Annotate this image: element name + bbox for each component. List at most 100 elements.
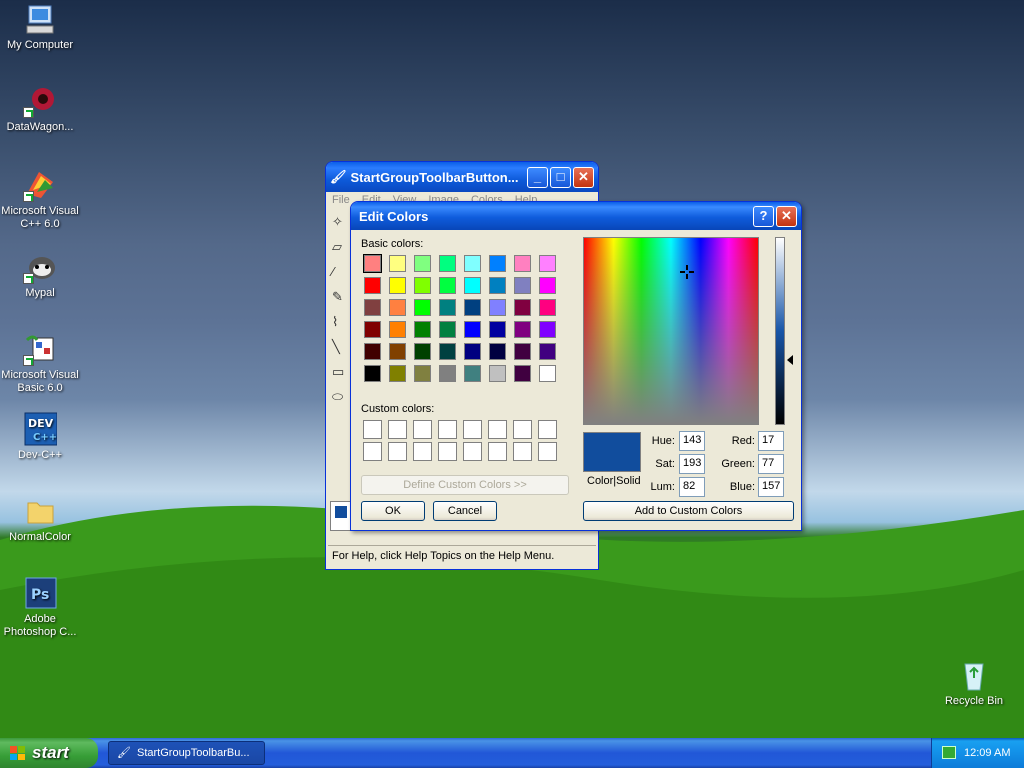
basic-color-swatch[interactable] xyxy=(438,364,457,383)
basic-color-swatch[interactable] xyxy=(388,364,407,383)
taskbar-button-paint[interactable]: 🖌 StartGroupToolbarBu... xyxy=(108,741,265,765)
start-button[interactable]: start xyxy=(0,738,98,768)
minimize-button[interactable]: _ xyxy=(527,166,548,188)
paint-titlebar[interactable]: 🖌 StartGroupToolbarButton... _ □ ✕ xyxy=(326,162,598,192)
basic-color-swatch[interactable] xyxy=(438,320,457,339)
basic-color-swatch[interactable] xyxy=(363,364,382,383)
basic-color-swatch[interactable] xyxy=(413,276,432,295)
green-field[interactable]: 77 xyxy=(758,454,784,474)
sat-field[interactable]: 193 xyxy=(679,454,705,474)
basic-color-swatch[interactable] xyxy=(413,364,432,383)
custom-color-swatch[interactable] xyxy=(463,420,482,439)
color-solid-preview[interactable] xyxy=(583,432,641,472)
desktop-icon-my-computer[interactable]: My Computer xyxy=(0,2,80,52)
clock[interactable]: 12:09 AM xyxy=(964,747,1010,759)
basic-color-swatch[interactable] xyxy=(513,320,532,339)
basic-color-swatch[interactable] xyxy=(538,276,557,295)
custom-color-swatch[interactable] xyxy=(363,420,382,439)
basic-color-swatch[interactable] xyxy=(413,320,432,339)
basic-color-swatch[interactable] xyxy=(363,342,382,361)
custom-color-swatch[interactable] xyxy=(488,420,507,439)
basic-color-swatch[interactable] xyxy=(488,298,507,317)
tray-network-icon[interactable] xyxy=(942,746,956,759)
basic-color-swatch[interactable] xyxy=(488,320,507,339)
custom-color-swatch[interactable] xyxy=(513,420,532,439)
custom-color-swatch[interactable] xyxy=(438,442,457,461)
cancel-button[interactable]: Cancel xyxy=(433,501,497,521)
basic-color-swatch[interactable] xyxy=(438,342,457,361)
basic-color-swatch[interactable] xyxy=(363,320,382,339)
basic-color-swatch[interactable] xyxy=(388,254,407,273)
basic-color-swatch[interactable] xyxy=(413,298,432,317)
basic-color-swatch[interactable] xyxy=(538,342,557,361)
desktop-icon-datawagon[interactable]: DataWagon... xyxy=(0,84,80,134)
custom-color-swatch[interactable] xyxy=(538,420,557,439)
basic-color-swatch[interactable] xyxy=(488,342,507,361)
desktop-icon-visual-basic[interactable]: Microsoft Visual Basic 6.0 xyxy=(0,332,80,395)
basic-color-swatch[interactable] xyxy=(463,298,482,317)
custom-color-swatch[interactable] xyxy=(363,442,382,461)
basic-color-swatch[interactable] xyxy=(513,364,532,383)
custom-color-swatch[interactable] xyxy=(438,420,457,439)
lum-field[interactable]: 82 xyxy=(679,477,705,497)
basic-color-swatch[interactable] xyxy=(413,254,432,273)
desktop-icon-normalcolor[interactable]: NormalColor xyxy=(0,494,80,544)
basic-color-swatch[interactable] xyxy=(463,364,482,383)
basic-color-swatch[interactable] xyxy=(463,320,482,339)
desktop-icon-visual-cpp[interactable]: Microsoft Visual C++ 6.0 xyxy=(0,168,80,231)
basic-color-swatch[interactable] xyxy=(388,342,407,361)
close-button[interactable]: ✕ xyxy=(573,166,594,188)
desktop-icon-mypal[interactable]: Mypal xyxy=(0,250,80,300)
basic-color-swatch[interactable] xyxy=(538,254,557,273)
add-to-custom-colors-button[interactable]: Add to Custom Colors xyxy=(583,501,794,521)
luminance-slider[interactable] xyxy=(775,237,785,425)
custom-color-swatch[interactable] xyxy=(413,420,432,439)
dialog-close-button[interactable]: ✕ xyxy=(776,205,797,227)
basic-color-swatch[interactable] xyxy=(363,254,382,273)
basic-color-swatch[interactable] xyxy=(513,342,532,361)
basic-color-swatch[interactable] xyxy=(388,320,407,339)
basic-color-swatch[interactable] xyxy=(513,298,532,317)
help-button[interactable]: ? xyxy=(753,205,774,227)
basic-color-swatch[interactable] xyxy=(463,342,482,361)
desktop-icon-photoshop[interactable]: Ps Adobe Photoshop C... xyxy=(0,576,80,639)
custom-color-swatch[interactable] xyxy=(413,442,432,461)
dialog-titlebar[interactable]: Edit Colors ? ✕ xyxy=(351,202,801,230)
basic-color-swatch[interactable] xyxy=(438,298,457,317)
ok-button[interactable]: OK xyxy=(361,501,425,521)
basic-color-swatch[interactable] xyxy=(463,276,482,295)
basic-color-swatch[interactable] xyxy=(538,320,557,339)
basic-color-swatch[interactable] xyxy=(538,298,557,317)
basic-color-swatch[interactable] xyxy=(438,254,457,273)
custom-color-swatch[interactable] xyxy=(388,442,407,461)
red-field[interactable]: 17 xyxy=(758,431,784,451)
basic-color-swatch[interactable] xyxy=(488,364,507,383)
edit-colors-dialog[interactable]: Edit Colors ? ✕ Basic colors: Custom col… xyxy=(350,201,802,531)
basic-color-swatch[interactable] xyxy=(363,298,382,317)
basic-color-swatch[interactable] xyxy=(363,276,382,295)
blue-field[interactable]: 157 xyxy=(758,477,784,497)
custom-color-swatch[interactable] xyxy=(488,442,507,461)
basic-color-swatch[interactable] xyxy=(538,364,557,383)
desktop-icon-recycle-bin[interactable]: Recycle Bin xyxy=(934,658,1014,708)
custom-color-swatch[interactable] xyxy=(538,442,557,461)
desktop-icon-devcpp[interactable]: DEV C++ Dev-C++ xyxy=(0,412,80,462)
color-spectrum[interactable] xyxy=(583,237,759,425)
basic-color-swatch[interactable] xyxy=(463,254,482,273)
basic-color-swatch[interactable] xyxy=(388,298,407,317)
menu-file[interactable]: File xyxy=(332,194,350,208)
luminance-arrow-icon[interactable] xyxy=(787,355,793,365)
hue-field[interactable]: 143 xyxy=(679,431,705,451)
basic-color-swatch[interactable] xyxy=(513,276,532,295)
basic-color-swatch[interactable] xyxy=(488,254,507,273)
basic-color-swatch[interactable] xyxy=(513,254,532,273)
basic-color-swatch[interactable] xyxy=(388,276,407,295)
basic-color-swatch[interactable] xyxy=(438,276,457,295)
custom-color-swatch[interactable] xyxy=(513,442,532,461)
basic-color-swatch[interactable] xyxy=(488,276,507,295)
maximize-button[interactable]: □ xyxy=(550,166,571,188)
basic-color-swatch[interactable] xyxy=(413,342,432,361)
custom-color-swatch[interactable] xyxy=(463,442,482,461)
define-custom-colors-button[interactable]: Define Custom Colors >> xyxy=(361,475,569,495)
custom-color-swatch[interactable] xyxy=(388,420,407,439)
